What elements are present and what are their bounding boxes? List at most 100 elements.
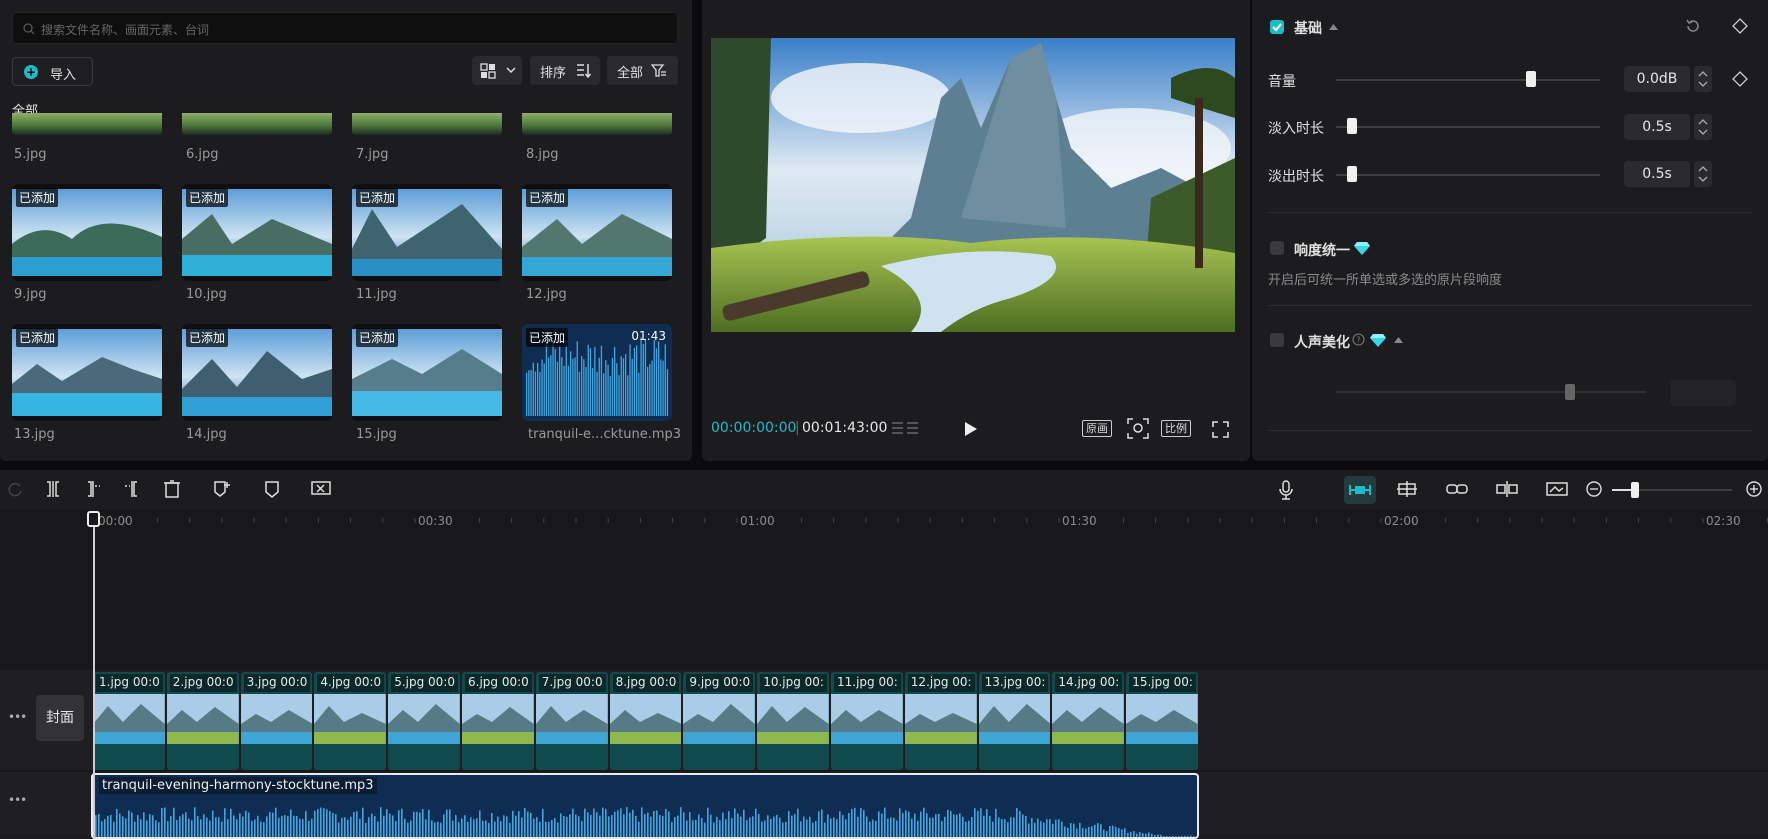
video-clip[interactable]: 10.jpg 00: (757, 672, 829, 770)
waveform-bar (110, 814, 112, 837)
video-clip[interactable]: 13.jpg 00: (978, 672, 1051, 770)
waveform-bar (149, 814, 151, 837)
audio-clip[interactable]: tranquil-evening-harmony-stocktune.mp3 (91, 773, 1199, 839)
split-right-icon[interactable] (123, 480, 141, 498)
waveform-bar (353, 812, 355, 837)
time-ruler[interactable] (0, 510, 1768, 534)
waveform-bar (1124, 828, 1126, 837)
video-clip[interactable]: 1.jpg 00:0 (93, 672, 165, 770)
fadein-stepper[interactable] (1694, 114, 1712, 140)
vocal-checkbox[interactable] (1270, 333, 1284, 347)
fadeout-value-field[interactable]: 0.5s (1624, 161, 1690, 187)
waveform-bar (1076, 828, 1078, 837)
microphone-icon[interactable] (1278, 480, 1294, 500)
fadein-value-field[interactable]: 0.5s (1624, 114, 1690, 140)
freeze-frame-icon[interactable] (311, 480, 331, 498)
waveform-bar (452, 820, 454, 837)
media-filename: 10.jpg (186, 287, 227, 302)
video-preview[interactable] (711, 38, 1235, 332)
volume-value-field[interactable]: 0.0dB (1624, 66, 1690, 92)
filter-button[interactable]: 全部 (607, 56, 678, 85)
expand-icon[interactable] (1212, 421, 1229, 438)
volume-slider-handle[interactable] (1526, 71, 1537, 87)
video-clip[interactable]: 3.jpg 00:0 (240, 672, 313, 770)
waveform-bar (539, 821, 541, 837)
play-icon[interactable] (964, 421, 978, 437)
media-item[interactable]: 已添加 (352, 184, 502, 281)
timeline-list-icon[interactable] (892, 421, 918, 437)
split-icon[interactable] (44, 480, 62, 498)
media-item-audio[interactable]: 已添加 01:43 (522, 324, 672, 421)
added-badge: 已添加 (356, 188, 399, 207)
volume-stepper[interactable] (1694, 66, 1712, 92)
video-clip[interactable]: 8.jpg 00:0 (609, 672, 682, 770)
volume-slider-track[interactable] (1336, 79, 1600, 81)
waveform-bar (464, 815, 466, 837)
fadeout-slider-handle[interactable] (1346, 166, 1357, 182)
waveform-bar (719, 820, 721, 837)
media-thumb-partial[interactable] (12, 113, 162, 135)
main-track-magnet-button[interactable] (1344, 476, 1376, 504)
loudness-checkbox[interactable] (1270, 241, 1284, 255)
original-quality-button[interactable]: 原画 (1082, 420, 1112, 437)
video-clip[interactable]: 2.jpg 00:0 (166, 672, 239, 770)
media-thumb-partial[interactable] (352, 113, 502, 135)
thumbnail-toggle-icon[interactable] (1546, 480, 1568, 498)
video-clip[interactable]: 11.jpg 00: (831, 672, 903, 770)
track-menu-icon[interactable]: ••• (8, 710, 27, 724)
media-item[interactable]: 已添加 (12, 184, 162, 281)
preview-axis-icon[interactable] (1496, 480, 1518, 498)
delete-icon[interactable] (163, 480, 181, 498)
media-thumb-partial[interactable] (182, 113, 332, 135)
media-thumb-partial[interactable] (522, 113, 672, 135)
media-item[interactable]: 已添加 (182, 324, 332, 421)
marker-icon[interactable] (263, 480, 281, 498)
waveform-bar (1070, 822, 1072, 837)
media-item[interactable]: 已添加 (12, 324, 162, 421)
reset-icon[interactable] (1685, 18, 1701, 34)
auto-snap-icon[interactable] (1396, 480, 1418, 498)
keyframe-diamond-icon[interactable] (1732, 18, 1748, 34)
zoom-out-icon[interactable] (1585, 480, 1603, 498)
volume-keyframe-icon[interactable] (1732, 71, 1748, 87)
fadein-slider-handle[interactable] (1346, 118, 1357, 134)
fullscreen-fit-icon[interactable] (1127, 418, 1149, 439)
import-button[interactable]: + 导入 (12, 57, 93, 86)
video-clip[interactable]: 7.jpg 00:0 (535, 672, 608, 770)
video-clip[interactable]: 5.jpg 00:0 (388, 672, 460, 770)
video-clip[interactable]: 9.jpg 00:0 (683, 672, 756, 770)
playhead[interactable] (93, 512, 95, 839)
redo-icon[interactable] (6, 480, 24, 498)
search-input[interactable]: 搜索文件名称、画面元素、台词 (12, 12, 678, 44)
video-clip[interactable]: 6.jpg 00:0 (462, 672, 534, 770)
video-clip[interactable]: 14.jpg 00: (1052, 672, 1125, 770)
waveform-bar (1154, 835, 1156, 837)
waveform-bar (666, 369, 669, 416)
fadeout-slider-track[interactable] (1336, 174, 1600, 176)
fadeout-stepper[interactable] (1694, 161, 1712, 187)
waveform-bar (642, 344, 644, 416)
basic-checkbox[interactable] (1270, 20, 1284, 34)
split-left-icon[interactable] (84, 480, 102, 498)
collapse-caret-icon[interactable] (1329, 24, 1338, 30)
cover-button[interactable]: 封面 (36, 695, 84, 741)
help-icon[interactable]: ? (1352, 333, 1365, 346)
aspect-ratio-button[interactable]: 比例 (1161, 420, 1191, 437)
zoom-slider-handle[interactable] (1631, 482, 1639, 498)
media-item[interactable]: 已添加 (522, 184, 672, 281)
media-item[interactable]: 已添加 (182, 184, 332, 281)
sort-button[interactable]: 排序 (530, 56, 600, 85)
collapse-caret-icon[interactable] (1394, 337, 1403, 343)
fadein-slider-track[interactable] (1336, 126, 1600, 128)
track-menu-icon[interactable]: ••• (8, 793, 27, 807)
video-clip[interactable]: 12.jpg 00: (904, 672, 977, 770)
playhead-handle[interactable] (87, 511, 100, 527)
zoom-in-icon[interactable] (1745, 480, 1763, 498)
add-marker-icon[interactable] (213, 480, 231, 498)
waveform-bar (1019, 810, 1021, 837)
media-item[interactable]: 已添加 (352, 324, 502, 421)
video-clip[interactable]: 4.jpg 00:0 (314, 672, 387, 770)
view-mode-button[interactable] (472, 56, 522, 85)
video-clip[interactable]: 15.jpg 00: (1126, 672, 1198, 770)
link-icon[interactable] (1446, 480, 1468, 498)
